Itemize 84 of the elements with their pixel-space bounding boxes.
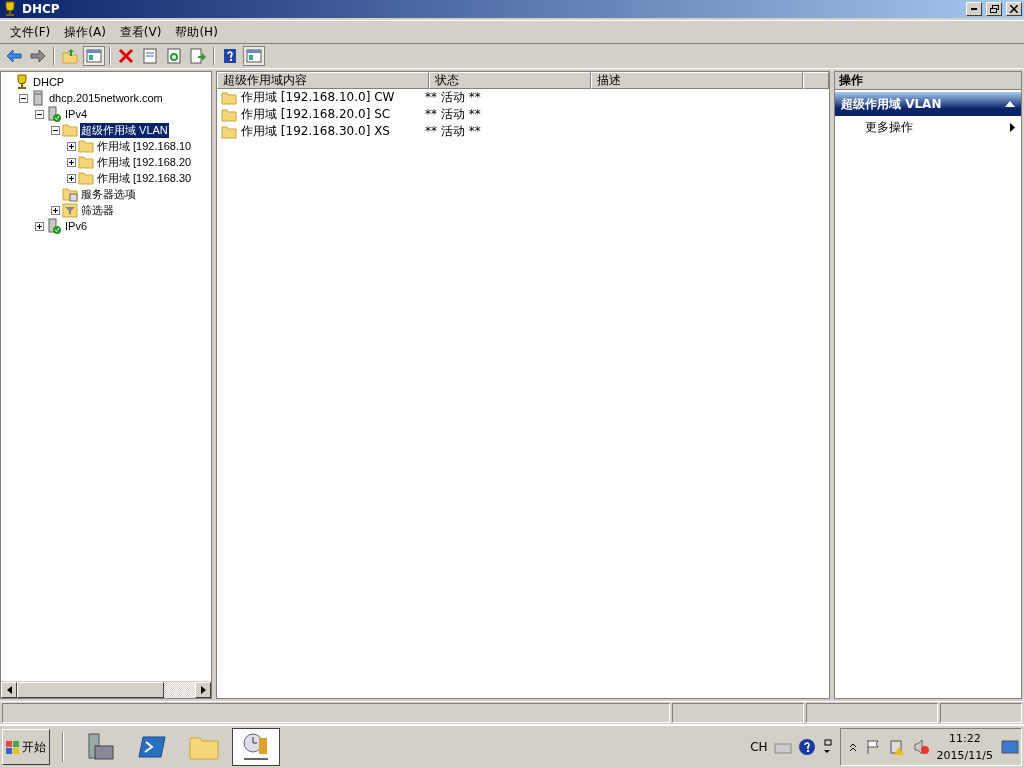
tree-item[interactable]: IPv4 xyxy=(64,108,88,120)
menu-item[interactable]: 文件(F) xyxy=(4,21,57,43)
action-item[interactable]: 更多操作 xyxy=(835,116,1021,138)
trophy-icon xyxy=(2,1,18,17)
folder-icon xyxy=(62,122,78,138)
actions-section-header[interactable]: 超级作用域 VLAN xyxy=(835,92,1021,116)
trophy-icon xyxy=(14,74,30,90)
clock-network-icon xyxy=(241,732,271,762)
tree-item[interactable]: 服务器选项 xyxy=(80,186,137,202)
restore-icon xyxy=(989,5,999,13)
expand-button[interactable] xyxy=(67,141,76,151)
close-button[interactable] xyxy=(1006,2,1022,16)
column-header[interactable]: 描述 xyxy=(591,72,803,89)
windows-logo-icon xyxy=(5,739,21,755)
back-arrow-icon xyxy=(6,48,22,64)
desktop-icon xyxy=(1001,739,1019,755)
tree-item[interactable]: IPv6 xyxy=(64,220,88,232)
horizontal-scrollbar[interactable] xyxy=(1,681,211,698)
menu-item[interactable]: 查看(V) xyxy=(113,21,168,43)
folder-icon xyxy=(221,89,237,106)
column-header[interactable]: 超级作用域内容 xyxy=(217,72,429,89)
tree-item[interactable]: 作用域 [192.168.20 xyxy=(96,154,193,170)
clock[interactable]: 11:22 2015/11/5 xyxy=(936,730,993,764)
toolbar-button[interactable] xyxy=(243,46,265,66)
folder-icon xyxy=(78,170,94,186)
table-cell[interactable]: 作用域 [192.168.10.0] CW xyxy=(241,89,395,106)
minimize-icon xyxy=(971,8,977,10)
network-warning-icon xyxy=(888,739,905,755)
flag-icon xyxy=(864,739,881,755)
table-cell: ** 活动 ** xyxy=(425,106,481,123)
restore-icon xyxy=(821,739,832,755)
collapse-button[interactable] xyxy=(19,93,28,103)
language-indicator[interactable]: CH xyxy=(750,740,768,754)
expand-button[interactable] xyxy=(35,221,44,231)
tree-item[interactable]: 筛选器 xyxy=(80,202,115,218)
folder-icon xyxy=(221,106,237,123)
expand-button[interactable] xyxy=(67,173,76,183)
start-button[interactable]: 开始 xyxy=(2,729,50,765)
folder-up-icon xyxy=(62,48,78,64)
collapse-icon xyxy=(1005,101,1015,107)
help-icon xyxy=(222,48,238,64)
table-cell[interactable]: 作用域 [192.168.20.0] SC xyxy=(241,106,391,123)
filter-icon xyxy=(62,202,78,218)
export-list-icon xyxy=(190,48,206,64)
submenu-arrow-icon xyxy=(1010,122,1015,132)
tree-item[interactable]: 作用域 [192.168.30 xyxy=(96,170,193,186)
folder-settings-icon xyxy=(62,186,78,202)
column-header[interactable]: 状态 xyxy=(429,72,591,89)
expand-button[interactable] xyxy=(67,157,76,167)
server-icon xyxy=(30,90,46,106)
close-icon xyxy=(1010,5,1018,13)
refresh-icon xyxy=(166,48,182,64)
tree-item[interactable]: 超级作用域 VLAN xyxy=(80,122,169,138)
tree-item[interactable]: dhcp.2015network.com xyxy=(48,92,164,104)
server-check-icon xyxy=(46,106,62,122)
taskbar-app-button[interactable] xyxy=(232,728,280,766)
forward-arrow-icon xyxy=(30,48,46,64)
toolbar-button[interactable] xyxy=(83,46,105,66)
collapse-button[interactable] xyxy=(51,125,60,135)
minimize-button[interactable] xyxy=(966,2,982,16)
folder-icon xyxy=(221,123,237,140)
toolbar-button[interactable] xyxy=(187,46,209,66)
table-cell[interactable]: 作用域 [192.168.30.0] XS xyxy=(241,123,390,140)
scroll-right-icon xyxy=(200,686,206,694)
window-title: DHCP xyxy=(22,2,60,16)
table-cell: ** 活动 ** xyxy=(425,123,481,140)
restore-button[interactable] xyxy=(986,2,1002,16)
menu-item[interactable]: 帮助(H) xyxy=(169,21,224,43)
collapse-button[interactable] xyxy=(35,109,44,119)
pane-icon xyxy=(86,48,102,64)
tree-item[interactable]: DHCP xyxy=(32,76,66,88)
delete-icon xyxy=(118,48,134,64)
actions-title: 操作 xyxy=(835,72,1021,90)
tree-item[interactable]: 作用域 [192.168.10 xyxy=(96,138,193,154)
speaker-muted-icon xyxy=(912,739,929,755)
expand-button[interactable] xyxy=(51,205,60,215)
menu-item[interactable]: 操作(A) xyxy=(58,21,112,43)
properties-icon xyxy=(142,48,158,64)
server-check-icon xyxy=(46,218,62,234)
pane-icon xyxy=(246,48,262,64)
folder-icon xyxy=(78,154,94,170)
help-icon xyxy=(797,738,816,756)
table-cell: ** 活动 ** xyxy=(425,89,481,106)
scroll-left-icon xyxy=(6,686,12,694)
